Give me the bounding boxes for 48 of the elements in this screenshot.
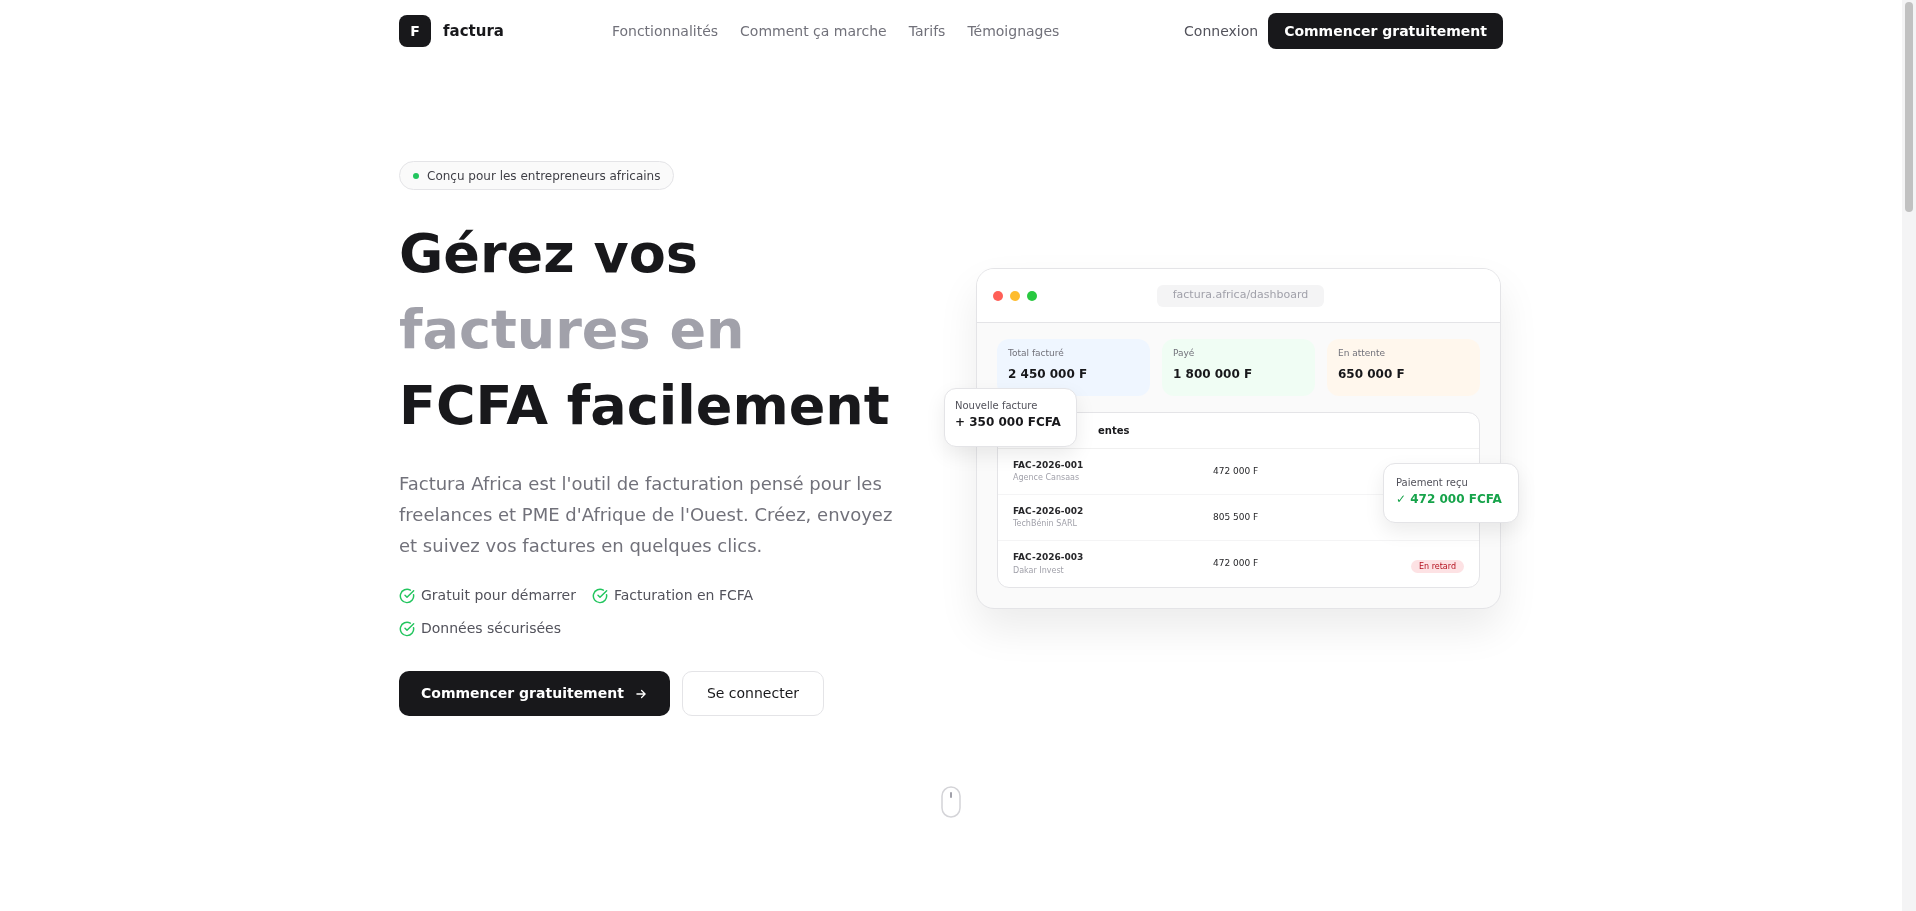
feature-text: Facturation en FCFA xyxy=(613,586,754,605)
card-value: ✓ 472 000 FCFA xyxy=(1396,491,1503,508)
card-value: + 350 000 FCFA xyxy=(955,414,1062,431)
stat-value: 1 800 000 F xyxy=(1173,365,1254,383)
stat-label: En attente xyxy=(1338,347,1387,360)
invoice-amount: 472 000 F xyxy=(1213,464,1259,478)
invoice-number: FAC-2026-003 xyxy=(1013,551,1085,565)
window-control-icon[interactable] xyxy=(1010,290,1020,301)
login-link[interactable]: Connexion xyxy=(1184,20,1259,42)
stat-value: 650 000 F xyxy=(1338,365,1406,383)
headline-line: factures en xyxy=(399,297,745,363)
check-circle-icon xyxy=(399,587,415,604)
hero-description: Factura Africa est l'outil de facturation pensé pour les freelances et PME d'Afrique de l'Ouest. Créez, envoyez et suivez vos factures en quelques clics. xyxy=(399,472,894,558)
check-circle-icon xyxy=(399,620,415,637)
stat-label: Payé xyxy=(1173,347,1196,360)
table-title: entes xyxy=(1098,424,1130,438)
login-button[interactable]: Se connecter xyxy=(681,671,824,716)
signup-button[interactable]: Commencer gratuitement xyxy=(1268,13,1503,49)
mouse-scroll-icon xyxy=(941,786,961,818)
nav-link[interactable]: Fonctionnalités xyxy=(611,20,719,42)
scrollbar[interactable] xyxy=(1902,0,1916,911)
client-name: Dakar Invest xyxy=(1013,564,1065,577)
url-bar: factura.africa/dashboard xyxy=(1156,284,1325,307)
headline-line: FCFA facilement xyxy=(399,373,890,439)
feature-text: Gratuit pour démarrer xyxy=(421,586,576,605)
headline-line: Gérez vos xyxy=(399,221,698,287)
feature-text: Données sécurisées xyxy=(421,619,561,638)
card-label: Nouvelle facture xyxy=(955,399,1039,413)
logo-icon: F xyxy=(399,15,431,47)
tagline-text: Conçu pour les entrepreneurs africains xyxy=(427,167,661,185)
nav-link[interactable]: Témoignages xyxy=(967,20,1060,42)
window-control-icon[interactable] xyxy=(993,290,1003,301)
stat-label: Total facturé xyxy=(1008,347,1065,360)
client-name: Agence Cansaas xyxy=(1013,472,1081,485)
status-badge: En retard xyxy=(1411,560,1464,573)
primary-cta-button[interactable]: Commencer gratuitement xyxy=(399,671,670,716)
stat-value: 2 450 000 F xyxy=(1008,365,1089,383)
client-name: TechBénin SARL xyxy=(1013,518,1078,531)
nav-link[interactable]: Comment ça marche xyxy=(740,20,887,42)
check-circle-icon xyxy=(591,587,608,604)
invoice-amount: 805 500 F xyxy=(1213,510,1259,524)
window-control-icon[interactable] xyxy=(1027,290,1037,301)
logo-text: factura xyxy=(443,20,504,42)
nav-link[interactable]: Tarifs xyxy=(908,20,946,42)
invoice-amount: 472 000 F xyxy=(1213,557,1259,571)
invoice-number: FAC-2026-001 xyxy=(1013,458,1085,472)
card-label: Paiement reçu xyxy=(1396,476,1469,490)
invoice-number: FAC-2026-002 xyxy=(1013,504,1085,518)
